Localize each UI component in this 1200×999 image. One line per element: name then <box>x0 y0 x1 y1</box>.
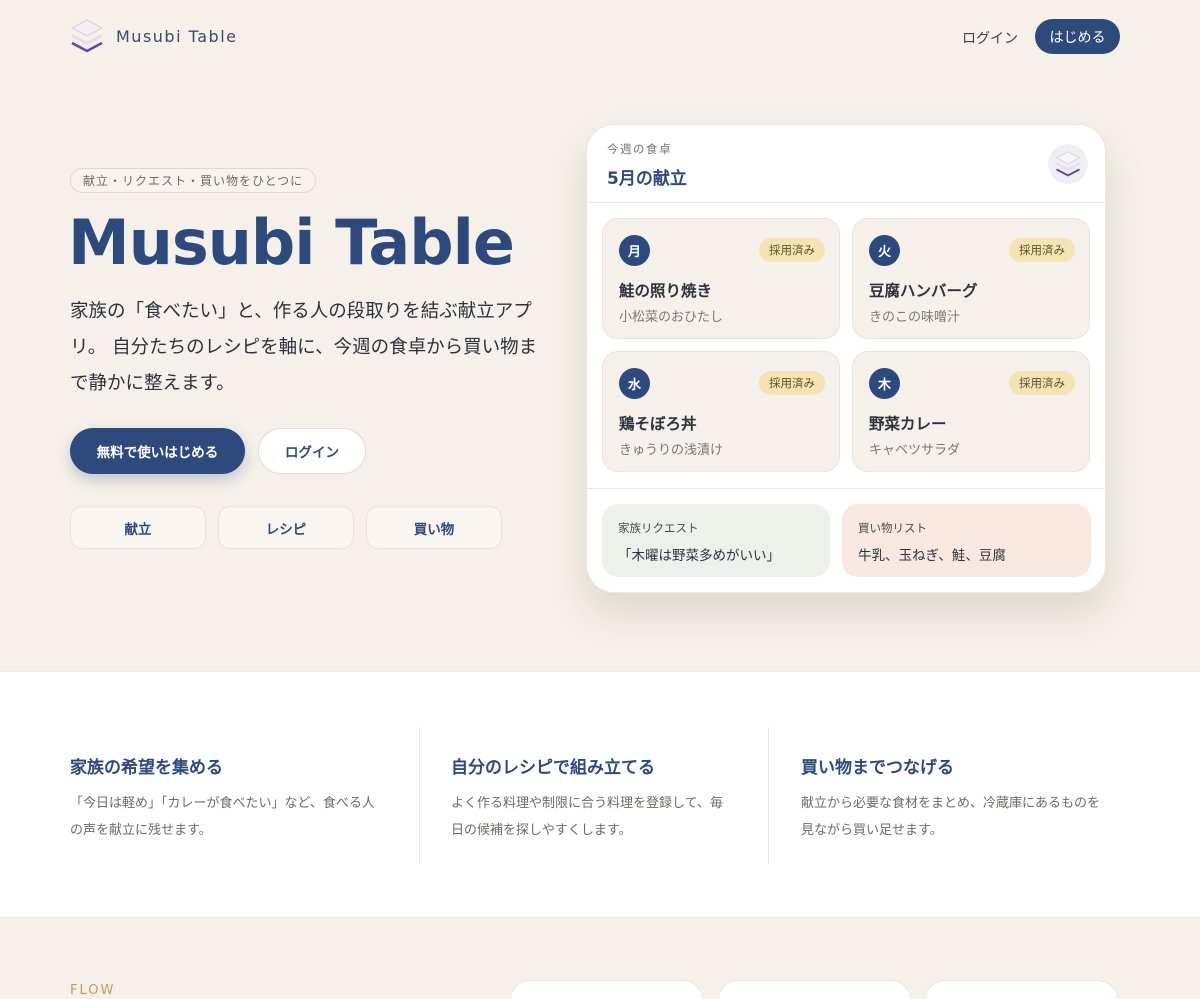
stacked-layers-icon <box>70 19 104 53</box>
flow-label: FLOW <box>70 983 116 998</box>
features-section: 家族の希望を集める 「今日は軽め」「カレーが食べたい」など、食べる人 の声を献立… <box>0 671 1200 918</box>
request-label: 家族リクエスト <box>618 521 699 535</box>
family-request-panel[interactable]: 家族リクエスト 「木曜は野菜多めがいい」 <box>602 504 830 577</box>
feature-description: よく作る料理や制限に合う料理を登録して、毎 日の候補を探しやすくします。 <box>451 790 723 844</box>
meal-card-wednesday[interactable]: 水 採用済み 鶏そぼろ丼 きゅうりの浅漬け <box>602 351 840 472</box>
meal-card-monday[interactable]: 月 採用済み 鮭の照り焼き 小松菜のおひたし <box>602 218 840 339</box>
main-dish: 豆腐ハンバーグ <box>869 282 978 300</box>
feature-title: 自分のレシピで組み立てる <box>451 758 655 778</box>
divider <box>419 727 420 864</box>
feature-desc-line: 「今日は軽め」「カレーが食べたい」など、食べる人 <box>70 796 375 811</box>
feature-description: 献立から必要な食材をまとめ、冷蔵庫にあるものを 見ながら買い足せます。 <box>801 790 1100 844</box>
day-badge: 水 <box>619 368 650 399</box>
feature-desc-line: の声を献立に残せます。 <box>70 823 212 838</box>
side-dish: 小松菜のおひたし <box>619 310 724 325</box>
status-badge: 採用済み <box>1009 371 1075 395</box>
side-dish: きゅうりの浅漬け <box>619 443 724 458</box>
status-badge: 採用済み <box>759 238 825 262</box>
flow-step-card <box>924 980 1119 999</box>
status-badge: 採用済み <box>1009 238 1075 262</box>
request-text: 「木曜は野菜多めがいい」 <box>618 548 780 564</box>
day-badge: 木 <box>869 368 900 399</box>
site-header: Musubi Table ログイン はじめる <box>0 0 1200 74</box>
divider <box>587 488 1105 489</box>
chip-recipe[interactable]: レシピ <box>218 506 354 549</box>
flow-step-card <box>717 980 912 999</box>
flow-step-card <box>509 980 704 999</box>
day-badge: 月 <box>619 235 650 266</box>
divider <box>768 727 769 864</box>
header-start-button[interactable]: はじめる <box>1035 19 1120 54</box>
feature-title: 家族の希望を集める <box>70 758 223 778</box>
shopping-list-panel[interactable]: 買い物リスト 牛乳、玉ねぎ、鮭、豆腐 <box>842 504 1091 577</box>
brand-logo[interactable]: Musubi Table <box>70 18 237 54</box>
status-badge: 採用済み <box>759 371 825 395</box>
feature-desc-line: 日の候補を探しやすくします。 <box>451 823 632 838</box>
start-free-button[interactable]: 無料で使いはじめる <box>70 428 245 474</box>
feature-desc-line: 献立から必要な食材をまとめ、冷蔵庫にあるものを <box>801 796 1101 811</box>
feature-desc-line: 見ながら買い足せます。 <box>801 823 943 838</box>
meal-card-tuesday[interactable]: 火 採用済み 豆腐ハンバーグ きのこの味噌汁 <box>852 218 1090 339</box>
stacked-layers-icon <box>1055 151 1081 177</box>
hero-title: Musubi Table <box>68 206 515 279</box>
main-dish: 鶏そぼろ丼 <box>619 415 697 433</box>
chip-shopping[interactable]: 買い物 <box>366 506 502 549</box>
divider <box>587 202 1105 203</box>
side-dish: きのこの味噌汁 <box>869 310 961 325</box>
weekly-menu-card: 今週の食卓 5月の献立 月 採用済み 鮭の照り焼き 小松菜のおひたし 火 採用済… <box>586 124 1106 593</box>
meal-card-thursday[interactable]: 木 採用済み 野菜カレー キャベツサラダ <box>852 351 1090 472</box>
feature-title: 買い物までつなげる <box>801 758 954 778</box>
main-dish: 鮭の照り焼き <box>619 282 713 300</box>
feature-desc-line: よく作る料理や制限に合う料理を登録して、毎 <box>451 796 723 811</box>
card-eyebrow: 今週の食卓 <box>607 142 672 156</box>
day-badge: 火 <box>869 235 900 266</box>
hero-description: 家族の「食べたい」と、作る人の段取りを結ぶ献立アプリ。 自分たちのレシピを軸に、… <box>70 301 538 394</box>
side-dish: キャベツサラダ <box>869 443 961 458</box>
avatar[interactable] <box>1048 144 1088 184</box>
main-dish: 野菜カレー <box>869 415 947 433</box>
chip-menu[interactable]: 献立 <box>70 506 206 549</box>
hero-tagline: 献立・リクエスト・買い物をひとつに <box>70 168 317 193</box>
hero-login-button[interactable]: ログイン <box>258 428 366 474</box>
shopping-text: 牛乳、玉ねぎ、鮭、豆腐 <box>858 548 1006 564</box>
card-title: 5月の献立 <box>607 169 687 189</box>
header-login-link[interactable]: ログイン <box>962 28 1018 48</box>
shopping-label: 買い物リスト <box>858 521 927 535</box>
feature-description: 「今日は軽め」「カレーが食べたい」など、食べる人 の声を献立に残せます。 <box>70 790 375 844</box>
brand-name: Musubi Table <box>116 26 238 46</box>
